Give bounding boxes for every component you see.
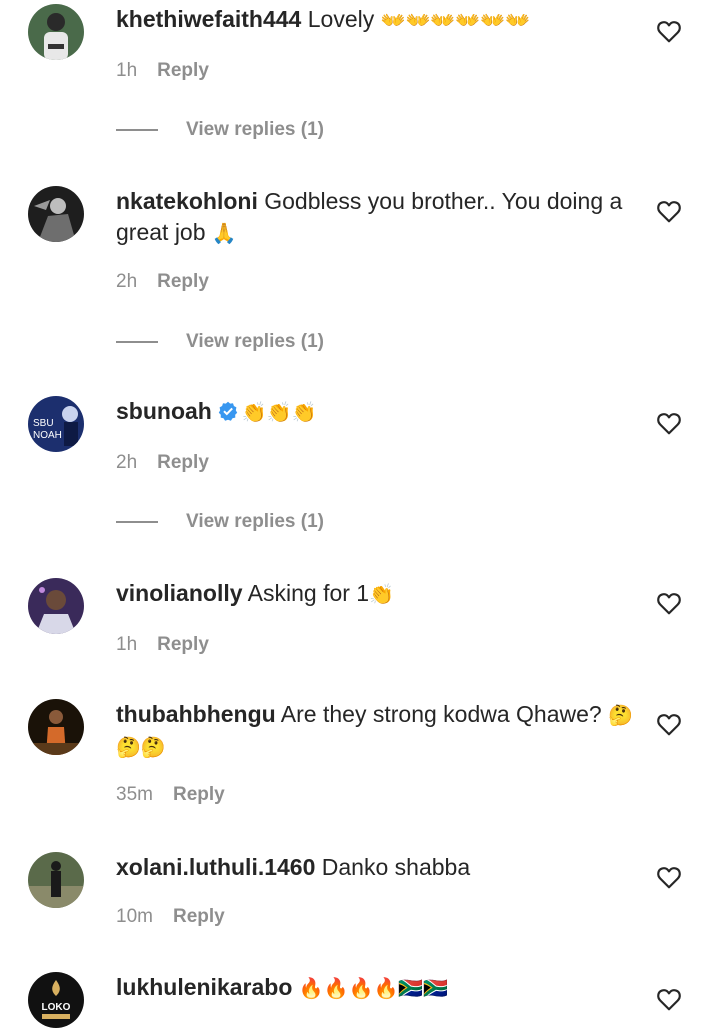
view-replies-button[interactable]: View replies (1): [116, 329, 324, 355]
avatar[interactable]: [28, 699, 84, 755]
view-replies-label: View replies (1): [186, 119, 324, 140]
reply-button[interactable]: Reply: [173, 906, 225, 927]
comment-emoji: 👏👏👏: [241, 400, 317, 424]
heart-icon[interactable]: [656, 987, 682, 1011]
heart-icon[interactable]: [656, 199, 682, 223]
comment-meta: 2h Reply: [116, 269, 636, 295]
verified-badge-icon: [218, 401, 238, 421]
username[interactable]: nkatekohloni: [116, 188, 258, 214]
reply-button[interactable]: Reply: [157, 271, 209, 292]
username[interactable]: sbunoah: [116, 398, 212, 424]
avatar[interactable]: LOKO: [28, 972, 84, 1028]
username[interactable]: vinolianolly: [116, 580, 243, 606]
comments-list: khethiwefaith444 Lovely 👐👐👐👐👐👐 1h Reply V…: [0, 0, 720, 1028]
view-replies-button[interactable]: View replies (1): [116, 509, 324, 535]
view-replies-button[interactable]: View replies (1): [116, 117, 324, 143]
divider-line: [116, 340, 158, 343]
heart-icon[interactable]: [656, 411, 682, 435]
comment-text: vinolianolly Asking for 1👏: [116, 578, 636, 610]
heart-icon[interactable]: [656, 865, 682, 889]
timestamp: 2h: [116, 452, 138, 473]
divider-line: [116, 128, 158, 131]
timestamp: 1h: [116, 634, 138, 655]
reply-button[interactable]: Reply: [173, 784, 225, 805]
username[interactable]: xolani.luthuli.1460: [116, 854, 315, 880]
comment-body: Danko shabba: [315, 854, 471, 880]
username[interactable]: thubahbhengu: [116, 701, 276, 727]
comment-emoji: 👐👐👐👐👐👐: [380, 8, 531, 32]
heart-icon[interactable]: [656, 19, 682, 43]
avatar[interactable]: [28, 186, 84, 242]
comment-body: Are they strong kodwa Qhawe?: [275, 701, 609, 727]
reply-button[interactable]: Reply: [157, 452, 209, 473]
comment-body: Lovely: [301, 6, 381, 32]
timestamp: 10m: [116, 906, 153, 927]
comment-meta: 35m Reply: [116, 782, 636, 808]
username[interactable]: lukhulenikarabo: [116, 974, 292, 1000]
comment-text: sbunoah 👏👏👏: [116, 396, 636, 428]
reply-button[interactable]: Reply: [157, 634, 209, 655]
view-replies-label: View replies (1): [186, 511, 324, 532]
comment-text: nkatekohloni Godbless you brother.. You …: [116, 186, 636, 249]
divider-line: [116, 520, 158, 523]
comment-text: xolani.luthuli.1460 Danko shabba: [116, 852, 636, 883]
svg-text:LOKO: LOKO: [42, 1002, 71, 1013]
comment-text: thubahbhengu Are they strong kodwa Qhawe…: [116, 699, 636, 763]
comment-text: lukhulenikarabo 🔥🔥🔥🔥🇿🇦🇿🇦: [116, 972, 636, 1004]
comment-meta: 10m Reply: [116, 904, 636, 930]
avatar[interactable]: SBU NOAH: [28, 396, 84, 452]
view-replies-label: View replies (1): [186, 331, 324, 352]
comment-body: Asking for 1: [242, 580, 370, 606]
avatar[interactable]: [28, 4, 84, 60]
comment-emoji: 🔥🔥🔥🔥🇿🇦🇿🇦: [298, 976, 449, 1000]
svg-text:SBU: SBU: [33, 418, 54, 429]
comment-emoji: 👏: [369, 582, 395, 606]
reply-button[interactable]: Reply: [157, 60, 209, 81]
avatar[interactable]: [28, 578, 84, 634]
heart-icon[interactable]: [656, 591, 682, 615]
comment-meta: 1h Reply: [116, 58, 636, 84]
timestamp: 35m: [116, 784, 153, 805]
comment-meta: 2h Reply: [116, 450, 636, 476]
heart-icon[interactable]: [656, 712, 682, 736]
timestamp: 1h: [116, 60, 138, 81]
comment-emoji: 🙏: [211, 221, 237, 245]
comment-meta: 1h Reply: [116, 632, 636, 658]
comment-text: khethiwefaith444 Lovely 👐👐👐👐👐👐: [116, 4, 636, 36]
avatar[interactable]: [28, 852, 84, 908]
username[interactable]: khethiwefaith444: [116, 6, 301, 32]
svg-text:NOAH: NOAH: [33, 430, 62, 441]
timestamp: 2h: [116, 271, 138, 292]
